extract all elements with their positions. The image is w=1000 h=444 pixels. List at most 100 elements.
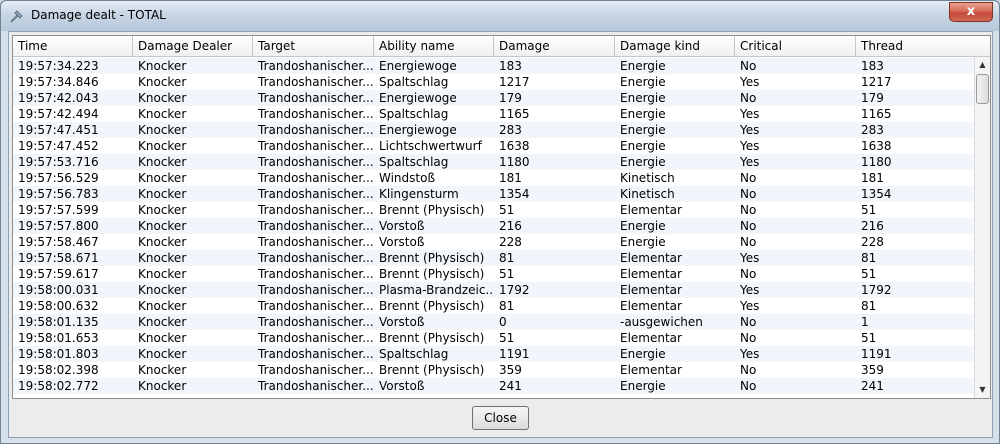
table-cell: No	[740, 235, 757, 249]
table-cell: Knocker	[138, 363, 187, 377]
table-row[interactable]: 19:57:58.671 Knocker Trandoshanischer... Br…	[13, 250, 975, 266]
scroll-thumb[interactable]	[976, 74, 989, 104]
table-cell: 51	[861, 267, 877, 281]
table-cell: Knocker	[138, 203, 187, 217]
table-cell: 51	[861, 203, 877, 217]
table-row[interactable]: 19:57:34.846 Knocker Trandoshanischer... Sp…	[13, 74, 975, 90]
table-row[interactable]: 19:58:02.398 Knocker Trandoshanischer... Br…	[13, 362, 975, 378]
table-cell: Trandoshanischer...	[258, 331, 374, 345]
column-header[interactable]: Damage	[494, 36, 615, 57]
table-cell: 51	[499, 267, 515, 281]
table-cell: 216	[499, 219, 522, 233]
table-cell: 0	[499, 315, 507, 329]
table-cell: 19:57:58.671	[18, 251, 99, 265]
table-cell: 216	[861, 219, 884, 233]
table-cell: 19:57:59.617	[18, 267, 99, 281]
table-cell: 51	[861, 331, 877, 345]
table-cell: Elementar	[620, 299, 682, 313]
table-cell: Energiewoge	[379, 123, 457, 137]
table-row[interactable]: 19:57:42.494 Knocker Trandoshanischer... Sp…	[13, 106, 975, 122]
window-title: Damage dealt - TOTAL	[31, 8, 166, 22]
table-cell: Knocker	[138, 91, 187, 105]
column-header[interactable]: Damage Dealer	[133, 36, 253, 57]
column-header[interactable]: Ability name	[374, 36, 494, 57]
table-row[interactable]: 19:58:01.135 Knocker Trandoshanischer... Vo…	[13, 314, 975, 330]
table-cell: Trandoshanischer...	[258, 75, 374, 89]
table-cell: 51	[499, 203, 515, 217]
table-cell: No	[740, 331, 757, 345]
table-row[interactable]: 19:57:47.452 Knocker Trandoshanischer... Li…	[13, 138, 975, 154]
close-button[interactable]: Close	[472, 406, 529, 430]
table-row[interactable]: 19:57:53.716 Knocker Trandoshanischer... Sp…	[13, 154, 975, 170]
table-cell: Knocker	[138, 251, 187, 265]
table-row[interactable]: 19:58:00.031 Knocker Trandoshanischer... Pl…	[13, 282, 975, 298]
table-cell: Trandoshanischer...	[258, 203, 374, 217]
table-cell: Energie	[620, 107, 666, 121]
table-cell: No	[740, 379, 757, 393]
table-cell: No	[740, 363, 757, 377]
table-cell: 19:57:56.783	[18, 187, 99, 201]
table-row[interactable]: 19:57:56.529 Knocker Trandoshanischer... Wi…	[13, 170, 975, 186]
table-cell: 283	[499, 123, 522, 137]
table-cell: Klingensturm	[379, 187, 459, 201]
table-cell: 19:57:56.529	[18, 171, 99, 185]
column-header[interactable]: Thread	[856, 36, 975, 57]
table-cell: 1354	[499, 187, 530, 201]
table-cell: 228	[861, 235, 884, 249]
column-header[interactable]: Time	[13, 36, 133, 57]
table-body[interactable]: 19:57:34.223 Knocker Trandoshanischer... En…	[13, 58, 975, 394]
table-cell: 181	[499, 171, 522, 185]
table-cell: Brennt (Physisch)	[379, 267, 485, 281]
table-row[interactable]: 19:58:00.632 Knocker Trandoshanischer... Br…	[13, 298, 975, 314]
table-cell: Vorstoß	[379, 379, 425, 393]
table-cell: Vorstoß	[379, 235, 425, 249]
table-cell: Trandoshanischer...	[258, 235, 374, 249]
table-row[interactable]: 19:57:57.800 Knocker Trandoshanischer... Vo…	[13, 218, 975, 234]
vertical-scrollbar[interactable]: ▲ ▼	[974, 57, 990, 398]
column-header[interactable]: Critical	[735, 36, 856, 57]
table-cell: Yes	[740, 123, 760, 137]
table-cell: 1	[861, 315, 869, 329]
table-cell: Spaltschlag	[379, 75, 449, 89]
table-cell: Trandoshanischer...	[258, 187, 374, 201]
table-cell: Knocker	[138, 155, 187, 169]
column-header[interactable]: Damage kind	[615, 36, 735, 57]
title-bar[interactable]: Damage dealt - TOTAL x	[1, 1, 999, 31]
table-cell: Elementar	[620, 283, 682, 297]
table-cell: Energie	[620, 219, 666, 233]
table-cell: Trandoshanischer...	[258, 267, 374, 281]
scroll-down-icon[interactable]: ▼	[975, 382, 990, 398]
table-row[interactable]: 19:57:57.599 Knocker Trandoshanischer... Br…	[13, 202, 975, 218]
table-cell: 19:57:53.716	[18, 155, 99, 169]
table-row[interactable]: 19:57:56.783 Knocker Trandoshanischer... Kl…	[13, 186, 975, 202]
table-row[interactable]: 19:57:47.451 Knocker Trandoshanischer... En…	[13, 122, 975, 138]
table-cell: 19:58:02.398	[18, 363, 99, 377]
table-cell: Plasma-Brandzeic...	[379, 283, 494, 297]
table-cell: Trandoshanischer...	[258, 283, 374, 297]
table-cell: 19:58:01.135	[18, 315, 99, 329]
table-cell: Brennt (Physisch)	[379, 299, 485, 313]
table-cell: Elementar	[620, 331, 682, 345]
table-row[interactable]: 19:58:01.803 Knocker Trandoshanischer... Sp…	[13, 346, 975, 362]
table-cell: Knocker	[138, 315, 187, 329]
table-row[interactable]: 19:57:42.043 Knocker Trandoshanischer... En…	[13, 90, 975, 106]
window-close-button[interactable]: x	[949, 2, 993, 22]
column-header[interactable]: Target	[253, 36, 374, 57]
table-cell: Vorstoß	[379, 315, 425, 329]
scroll-up-icon[interactable]: ▲	[975, 57, 990, 73]
table-row[interactable]: 19:57:58.467 Knocker Trandoshanischer... Vo…	[13, 234, 975, 250]
table-row[interactable]: 19:57:34.223 Knocker Trandoshanischer... En…	[13, 58, 975, 74]
table-row[interactable]: 19:58:01.653 Knocker Trandoshanischer... Br…	[13, 330, 975, 346]
table-cell: Trandoshanischer...	[258, 251, 374, 265]
table-row[interactable]: 19:57:59.617 Knocker Trandoshanischer... Br…	[13, 266, 975, 282]
table-row[interactable]: 19:58:02.772 Knocker Trandoshanischer... Vo…	[13, 378, 975, 394]
table-cell: 1217	[499, 75, 530, 89]
table-cell: 1638	[861, 139, 892, 153]
table-cell: 81	[499, 251, 515, 265]
table-cell: Kinetisch	[620, 171, 675, 185]
table-cell: Energie	[620, 91, 666, 105]
table-cell: 81	[499, 299, 515, 313]
table-cell: Brennt (Physisch)	[379, 363, 485, 377]
table-cell: 51	[499, 331, 515, 345]
damage-table: Time Damage Dealer Target Ability name Damag…	[12, 35, 991, 399]
